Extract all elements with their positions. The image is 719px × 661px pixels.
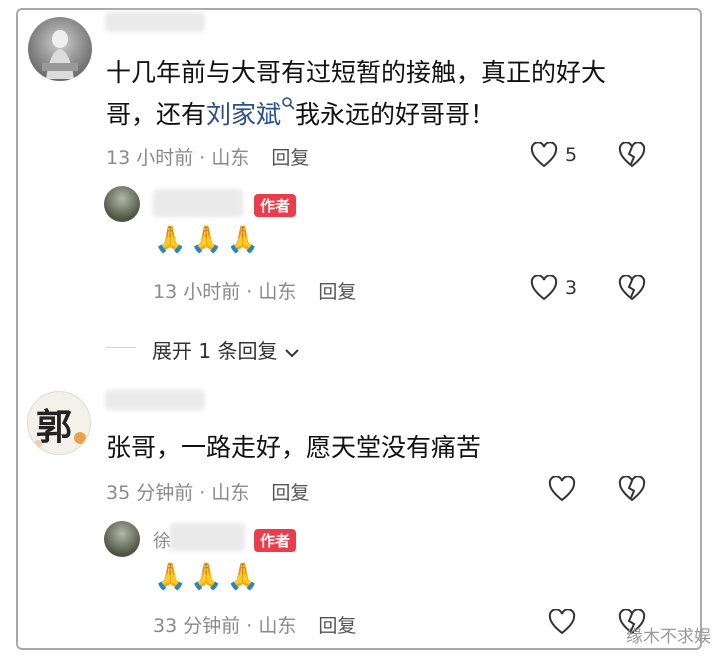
reply-time: 13 小时前 · 山东 xyxy=(153,281,297,303)
reply-button[interactable]: 回复 xyxy=(271,147,309,169)
comment-text-part: 哥，还有 xyxy=(106,100,207,129)
avatar-figure-icon xyxy=(42,30,78,79)
broken-heart-icon[interactable] xyxy=(617,142,647,168)
heart-icon[interactable] xyxy=(548,609,576,635)
comment-text: 张哥，一路走好，愿天堂没有痛苦 xyxy=(106,433,482,462)
broken-heart-icon[interactable] xyxy=(617,476,647,502)
avatar[interactable] xyxy=(28,17,92,81)
watermark: 缘木不求娱 xyxy=(626,627,711,647)
reply-meta: 13 小时前 · 山东 回复 xyxy=(153,277,356,304)
comment-text-line: 十几年前与大哥有过短暂的接触，真正的好大 xyxy=(106,58,607,87)
broken-heart-icon[interactable] xyxy=(617,275,647,301)
username-blurred xyxy=(153,189,243,217)
comment-time: 35 分钟前 · 山东 xyxy=(106,482,250,504)
reply-button[interactable]: 回复 xyxy=(318,281,356,303)
expand-replies-label: 展开 1 条回复 xyxy=(152,339,278,363)
expand-replies-button[interactable]: 展开 1 条回复 xyxy=(152,335,300,364)
search-icon xyxy=(282,96,295,110)
avatar[interactable]: 郭 xyxy=(27,391,91,455)
username-blurred xyxy=(105,390,205,410)
heart-icon[interactable] xyxy=(530,275,558,301)
reply-button[interactable]: 回复 xyxy=(271,482,309,504)
author-badge: 作者 xyxy=(254,529,297,552)
divider xyxy=(106,347,136,348)
username-blurred xyxy=(170,523,245,551)
comment-meta: 35 分钟前 · 山东 回复 xyxy=(106,478,309,505)
author-badge: 作者 xyxy=(254,194,297,217)
avatar-decoration-icon xyxy=(34,432,86,448)
pray-emoji: 🙏🙏🙏 xyxy=(154,225,264,255)
mention-link-label: 刘家斌 xyxy=(206,100,282,129)
author-name-partial: 徐 xyxy=(153,531,171,552)
heart-icon[interactable] xyxy=(530,142,558,168)
author-avatar[interactable] xyxy=(104,186,140,222)
reply-button[interactable]: 回复 xyxy=(318,615,356,637)
comment-text-line: 哥，还有刘家斌 我永远的好哥哥！ xyxy=(106,94,666,136)
author-avatar[interactable] xyxy=(104,521,140,557)
comment-meta: 13 小时前 · 山东 回复 xyxy=(106,143,309,170)
heart-icon[interactable] xyxy=(548,476,576,502)
reply-meta: 33 分钟前 · 山东 回复 xyxy=(153,611,356,638)
comment-text: 十几年前与大哥有过短暂的接触，真正的好大 哥，还有刘家斌 我永远的好哥哥！ xyxy=(106,52,666,136)
like-count: 3 xyxy=(565,277,578,299)
comment-text-part: 我永远的好哥哥！ xyxy=(295,100,496,129)
like-count: 5 xyxy=(565,144,578,166)
username-blurred xyxy=(105,12,205,32)
chevron-down-icon xyxy=(285,348,299,357)
comment-time: 13 小时前 · 山东 xyxy=(106,147,250,169)
pray-emoji: 🙏🙏🙏 xyxy=(154,562,264,592)
reply-time: 33 分钟前 · 山东 xyxy=(153,615,297,637)
mention-link[interactable]: 刘家斌 xyxy=(206,96,295,129)
